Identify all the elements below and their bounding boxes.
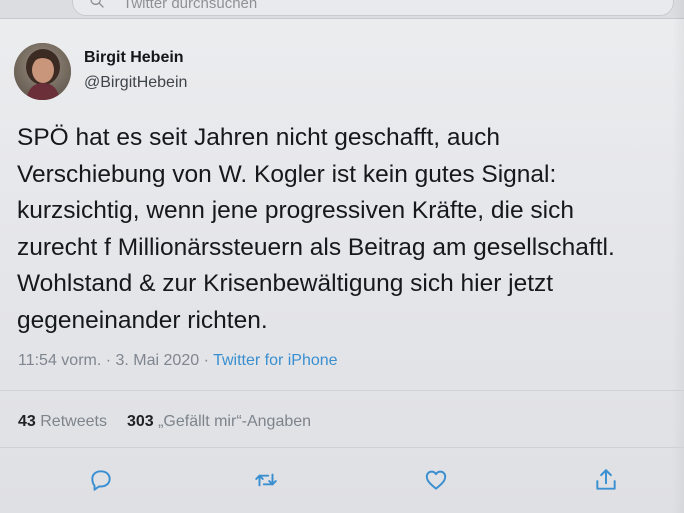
retweets-stat[interactable]: 43 Retweets [18,413,107,430]
avatar[interactable] [14,43,71,100]
tweet-line: Verschiebung von W. Kogler ist kein gute… [17,160,557,188]
likes-label: „Gefällt mir“-Angaben [153,413,312,430]
divider [0,447,684,448]
avatar-photo [14,43,71,100]
tweet-text: SPÖ hat es seit Jahren nicht geschafft, … [17,120,677,339]
tweet-time[interactable]: 11:54 vorm. [18,352,101,369]
author-handle[interactable]: @BirgitHebein [84,74,187,92]
tweet-line: zurecht f Millionärssteuern als Beitrag … [17,233,615,261]
search-input[interactable]: Twitter durchsuchen [72,0,674,16]
tweet-source-link[interactable]: Twitter for iPhone [213,352,338,369]
search-placeholder: Twitter durchsuchen [123,0,258,12]
reply-icon [91,470,111,491]
tweet-line: gegeneinander richten. [17,306,268,334]
tweet-line: Wohlstand & zur Krisenbewältigung sich h… [17,270,554,297]
like-button[interactable] [423,467,449,493]
search-icon [90,0,104,8]
share-icon [596,469,616,490]
likes-count: 303 [126,413,154,430]
tweet-line: SPÖ hat es seit Jahren nicht geschafft, … [17,124,501,151]
top-bar: Twitter durchsuchen [0,0,684,19]
tweet-date[interactable]: 3. Mai 2020 [116,352,200,369]
like-icon [425,470,447,490]
meta-separator: · [101,352,116,369]
share-button[interactable] [593,467,619,493]
tweet-meta: 11:54 vorm. · 3. Mai 2020 · Twitter for … [18,352,338,370]
retweet-icon [255,473,277,487]
divider [0,390,684,391]
meta-separator: · [199,352,214,369]
retweets-count: 43 [18,413,36,430]
tweet-line: kurzsichtig, wenn jene progressiven Kräf… [17,197,574,224]
retweets-label: Retweets [35,413,107,430]
retweet-button[interactable] [253,467,279,493]
likes-stat[interactable]: 303 „Gefällt mir“-Angaben [127,413,311,430]
reply-button[interactable] [88,467,114,493]
author-name[interactable]: Birgit Hebein [84,49,184,67]
tweet-stats: 43 Retweets 303 „Gefällt mir“-Angaben [18,413,311,431]
